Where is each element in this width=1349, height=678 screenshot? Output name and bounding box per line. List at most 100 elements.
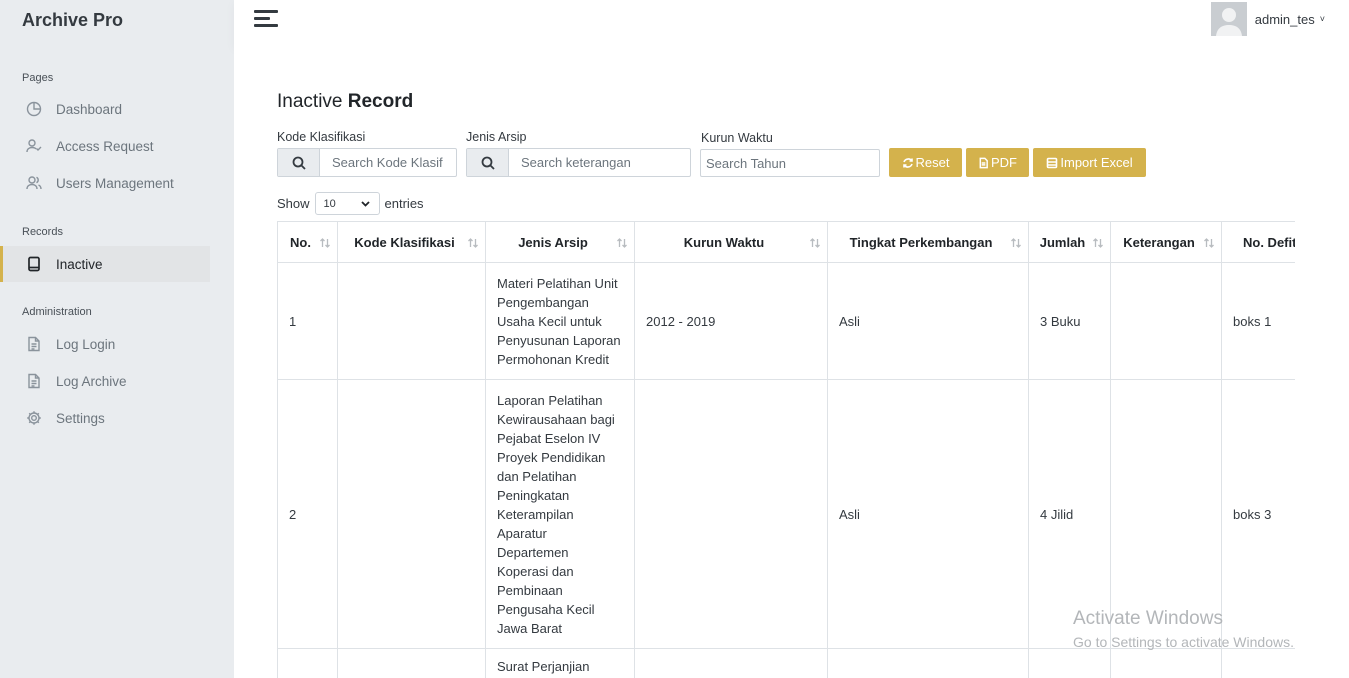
activate-windows-subtitle: Go to Settings to activate Windows. — [1073, 634, 1294, 650]
sort-icon — [319, 237, 331, 249]
sidebar-item-label: Log Archive — [56, 373, 127, 389]
jenis-arsip-line: Departemen — [497, 544, 569, 560]
pdf-button[interactable]: PDF — [966, 148, 1029, 177]
entries-label: entries — [384, 196, 424, 211]
user-menu[interactable]: admin_tes ˅ — [1210, 2, 1325, 36]
cell-tingkat-perkembangan: Asli — [827, 379, 1029, 649]
jenis-arsip-line: Peningkatan — [497, 487, 570, 503]
entries-value: 10 — [323, 197, 336, 210]
column-header-kurun-waktu[interactable]: Kurun Waktu — [634, 221, 828, 263]
jenis-arsip-line: Proyek Pendidikan — [497, 449, 606, 465]
page-title: Inactive Record — [277, 91, 413, 113]
jenis-arsip-line: Pembinaan — [497, 582, 563, 598]
kode-klasifikasi-search — [277, 148, 457, 177]
main-content: Inactive Record Kode Klasifikasi Jenis A… — [234, 48, 1349, 678]
file-text-icon — [26, 373, 42, 389]
import-excel-label: Import Excel — [1060, 155, 1133, 170]
sort-icon — [809, 237, 821, 249]
cell-keterangan — [1110, 262, 1222, 380]
kurun-waktu-label: Kurun Waktu — [701, 131, 773, 145]
tablet-icon — [26, 256, 42, 272]
cell-kurun-waktu — [634, 648, 828, 678]
spreadsheet-icon — [1047, 157, 1058, 168]
length-control: Show 10 entries — [277, 192, 424, 215]
jenis-arsip-line: Aparatur — [497, 525, 547, 541]
chevron-down-icon — [360, 201, 370, 207]
sidebar-item-log-archive[interactable]: Log Archive — [0, 363, 210, 399]
sidebar-item-settings[interactable]: Settings — [0, 400, 210, 436]
pie-chart-icon — [26, 101, 42, 117]
sort-icon — [1010, 237, 1022, 249]
jenis-arsip-line: Permohonan Kredit — [497, 351, 610, 367]
jenis-arsip-line: Koperasi dan — [497, 563, 574, 579]
sidebar: Archive Pro Pages Dashboard Access Reque… — [0, 0, 234, 678]
column-label: No. Defit — [1243, 234, 1295, 250]
column-header-keterangan[interactable]: Keterangan — [1110, 221, 1222, 263]
kurun-waktu-input[interactable] — [700, 149, 880, 177]
section-header-pages: Pages — [22, 72, 54, 84]
column-header-no[interactable]: No. — [277, 221, 338, 263]
sidebar-item-log-login[interactable]: Log Login — [0, 326, 210, 362]
sidebar-item-label: Dashboard — [56, 101, 123, 117]
entries-select[interactable]: 10 — [314, 192, 380, 215]
user-check-icon — [26, 138, 42, 154]
sidebar-item-users-management[interactable]: Users Management — [0, 165, 210, 201]
activate-windows-title: Activate Windows — [1073, 608, 1223, 629]
jenis-arsip-line: Pengusaha Kecil — [497, 601, 595, 617]
kode-klasifikasi-input[interactable] — [320, 149, 456, 176]
cell-no — [277, 648, 338, 678]
file-text-icon — [26, 336, 42, 352]
cell-kode-klasifikasi — [337, 648, 486, 678]
page-title-prefix: Inactive — [277, 91, 343, 112]
column-header-no-defit[interactable]: No. Defit — [1221, 221, 1295, 263]
section-header-administration: Administration — [22, 306, 92, 318]
jenis-arsip-search — [466, 148, 691, 177]
avatar — [1210, 2, 1247, 36]
column-header-jenis-arsip[interactable]: Jenis Arsip — [485, 221, 635, 263]
jenis-arsip-input[interactable] — [509, 149, 690, 176]
cell-jumlah: 3 Buku — [1028, 262, 1111, 380]
hamburger-menu-icon[interactable] — [254, 10, 278, 28]
column-header-jumlah[interactable]: Jumlah — [1028, 221, 1111, 263]
table-row: 1 Materi Pelatihan Unit Pengembangan Usaha … — [277, 262, 1295, 380]
column-header-tingkat-perkembangan[interactable]: Tingkat Perkembangan — [827, 221, 1029, 263]
sidebar-item-inactive[interactable]: Inactive — [0, 246, 210, 282]
cell-kode-klasifikasi — [337, 379, 486, 649]
section-header-records: Records — [22, 226, 63, 238]
sort-icon — [616, 237, 628, 249]
column-label: Jumlah — [1039, 234, 1086, 250]
jenis-arsip-line: Materi Pelatihan Unit — [497, 275, 618, 291]
brand-title[interactable]: Archive Pro — [22, 10, 123, 31]
kode-klasifikasi-label: Kode Klasifikasi — [277, 130, 366, 144]
cell-no-defit: boks 1 — [1221, 262, 1295, 380]
column-label: Tingkat Perkembangan — [849, 234, 993, 250]
table-row: Surat Perjanjian — [277, 648, 1295, 678]
jenis-arsip-label: Jenis Arsip — [466, 130, 527, 144]
cell-jenis-arsip: Laporan Pelatihan Kewirausahaan bagi Pejab… — [485, 379, 635, 649]
sidebar-item-dashboard[interactable]: Dashboard — [0, 91, 210, 127]
sidebar-item-label: Users Management — [56, 175, 174, 191]
column-label: Kode Klasifikasi — [354, 234, 455, 250]
jenis-arsip-line: Usaha Kecil untuk — [497, 313, 602, 329]
search-icon — [278, 149, 320, 176]
users-icon — [26, 175, 42, 191]
cell-kurun-waktu — [634, 379, 828, 649]
cell-keterangan — [1110, 648, 1222, 678]
cell-tingkat-perkembangan — [827, 648, 1029, 678]
column-label: No. — [290, 234, 311, 250]
search-icon — [467, 149, 509, 176]
cell-tingkat-perkembangan: Asli — [827, 262, 1029, 380]
reset-button[interactable]: Reset — [889, 148, 962, 177]
sidebar-item-access-request[interactable]: Access Request — [0, 128, 210, 164]
sort-icon — [467, 237, 479, 249]
username: admin_tes — [1254, 11, 1315, 27]
cell-jumlah — [1028, 648, 1111, 678]
column-label: Kurun Waktu — [683, 234, 765, 250]
column-header-kode-klasifikasi[interactable]: Kode Klasifikasi — [337, 221, 486, 263]
sidebar-item-label: Log Login — [56, 336, 116, 352]
import-excel-button[interactable]: Import Excel — [1033, 148, 1146, 177]
cell-kurun-waktu: 2012 - 2019 — [634, 262, 828, 380]
sort-icon — [1092, 237, 1104, 249]
jenis-arsip-line: Surat Perjanjian — [497, 659, 590, 674]
cell-kode-klasifikasi — [337, 262, 486, 380]
